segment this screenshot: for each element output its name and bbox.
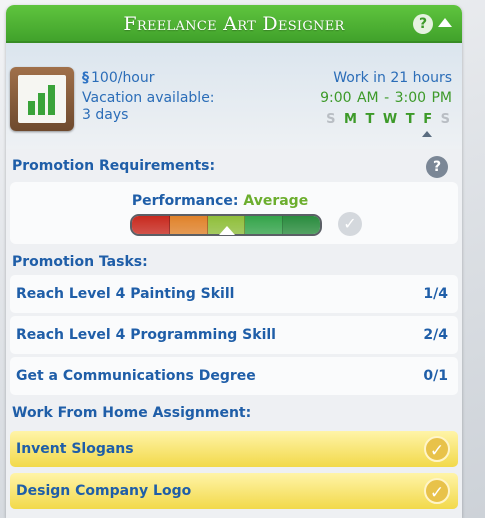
checkmark-icon[interactable]: ✓ <box>424 478 450 504</box>
performance-caption: Performance: <box>131 193 239 209</box>
performance-pointer-icon <box>219 226 235 235</box>
task-progress: 0/1 <box>423 368 448 384</box>
vacation-info: Vacation available: 3 days <box>82 90 282 124</box>
checkmark-icon[interactable]: ✓ <box>424 436 450 462</box>
day-sun: S <box>326 112 338 127</box>
panel-header: Freelance Art Designer ? <box>6 5 462 43</box>
checkmark-icon: ✓ <box>338 212 362 236</box>
promotion-tasks-title: Promotion Tasks: <box>12 254 148 270</box>
performance-label: Performance: Average <box>10 193 430 209</box>
meter-segment <box>245 216 284 234</box>
day-thu: T <box>405 112 417 127</box>
task-row[interactable]: Get a Communications Degree 0/1 <box>10 357 458 395</box>
day-tue: T <box>365 112 377 127</box>
work-days: S M T W T F S <box>326 112 452 127</box>
growth-chart-icon <box>10 67 74 131</box>
vacation-label: Vacation available: <box>82 90 215 106</box>
question-icon[interactable]: ? <box>413 14 433 34</box>
task-progress: 2/4 <box>423 327 448 343</box>
task-label: Get a Communications Degree <box>16 368 256 384</box>
task-row[interactable]: Reach Level 4 Painting Skill 1/4 <box>10 275 458 313</box>
task-label: Reach Level 4 Programming Skill <box>16 327 276 343</box>
wage: § 100/hour <box>82 70 155 86</box>
performance-value: Average <box>243 193 309 209</box>
question-icon[interactable]: ? <box>426 156 448 178</box>
assignment-label: Invent Slogans <box>16 441 134 457</box>
collapse-triangle-icon[interactable] <box>438 18 452 27</box>
promotion-requirements-title: Promotion Requirements: <box>12 158 216 174</box>
wage-value: 100/hour <box>91 70 155 86</box>
vacation-days: 3 days <box>82 107 129 123</box>
task-label: Reach Level 4 Painting Skill <box>16 286 235 302</box>
assignment-row[interactable]: Design Company Logo ✓ <box>10 473 458 509</box>
work-from-home-title: Work From Home Assignment: <box>12 405 252 421</box>
task-progress: 1/4 <box>423 286 448 302</box>
career-info: § 100/hour Vacation available: 3 days Wor… <box>6 43 462 149</box>
today-marker-icon <box>422 131 432 137</box>
meter-segment <box>169 216 208 234</box>
assignment-label: Design Company Logo <box>16 483 192 499</box>
day-wed: W <box>382 112 400 127</box>
performance-box: Performance: Average ✓ <box>10 182 458 244</box>
career-title: Freelance Art Designer <box>123 13 345 35</box>
task-row[interactable]: Reach Level 4 Programming Skill 2/4 <box>10 316 458 354</box>
assignment-row[interactable]: Invent Slogans ✓ <box>10 431 458 467</box>
simoleon-icon: § <box>82 70 89 86</box>
day-sat: S <box>440 112 452 127</box>
day-fri: F <box>423 112 435 127</box>
meter-segment <box>283 216 320 234</box>
work-countdown: Work in 21 hours <box>333 70 452 86</box>
career-panel: Freelance Art Designer ? § 100/hour Vacat… <box>6 5 462 518</box>
work-hours: 9:00 AM - 3:00 PM <box>320 90 452 106</box>
meter-segment <box>132 216 170 234</box>
day-mon: M <box>344 112 359 127</box>
